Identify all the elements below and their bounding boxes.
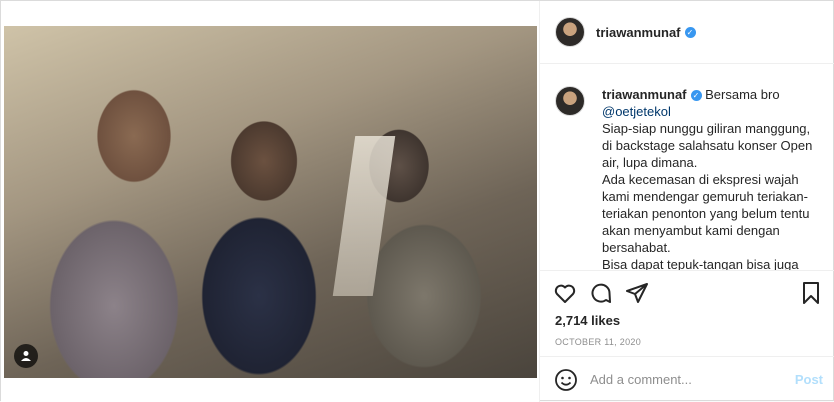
caption-intro: Bersama bro — [705, 87, 780, 102]
post-photo[interactable] — [4, 26, 537, 378]
share-icon[interactable] — [625, 281, 649, 305]
caption-avatar[interactable] — [555, 86, 585, 116]
post-dialog: triawanmunaf ✓ triawanmunaf ✓ Bersama bro… — [0, 0, 834, 402]
caption-line: Siap-siap nunggu giliran manggung, di ba… — [602, 121, 813, 170]
comments-section: triawanmunaf ✓ Bersama bro @oetjetekol Si… — [540, 64, 834, 270]
heart-icon[interactable] — [553, 281, 577, 305]
verified-badge-icon: ✓ — [690, 90, 702, 102]
action-icons — [553, 281, 649, 307]
caption-line: Bisa dapat tepuk-tangan bisa juga — [602, 257, 799, 270]
caption-line: Ada kecemasan di ekspresi wajah kami men… — [602, 172, 810, 255]
mention-link[interactable]: @oetjetekol — [602, 104, 671, 119]
post-media — [1, 1, 539, 402]
author-avatar[interactable] — [555, 17, 585, 47]
user-tag-icon[interactable] — [14, 344, 38, 368]
post-sidebar: triawanmunaf ✓ triawanmunaf ✓ Bersama bro… — [539, 1, 834, 402]
caption-username[interactable]: triawanmunaf — [602, 87, 687, 102]
author-username[interactable]: triawanmunaf — [596, 25, 681, 40]
post-date: OCTOBER 11, 2020 — [555, 337, 642, 347]
likes-count[interactable]: 2,714 likes — [555, 313, 620, 328]
photo-detail — [332, 136, 396, 296]
post-header: triawanmunaf ✓ — [540, 1, 834, 64]
comment-form: Add a comment... Post — [540, 356, 834, 402]
verified-badge-icon: ✓ — [684, 26, 696, 38]
caption-text: triawanmunaf ✓ Bersama bro @oetjetekol Si… — [602, 86, 823, 270]
comment-input[interactable]: Add a comment... — [590, 372, 795, 387]
emoji-icon[interactable] — [554, 368, 578, 392]
bookmark-icon[interactable] — [799, 281, 823, 305]
comment-icon[interactable] — [589, 281, 613, 305]
caption-block: triawanmunaf ✓ Bersama bro @oetjetekol Si… — [540, 64, 834, 270]
actions-area: 2,714 likes OCTOBER 11, 2020 — [540, 270, 834, 356]
post-comment-button[interactable]: Post — [795, 372, 823, 387]
